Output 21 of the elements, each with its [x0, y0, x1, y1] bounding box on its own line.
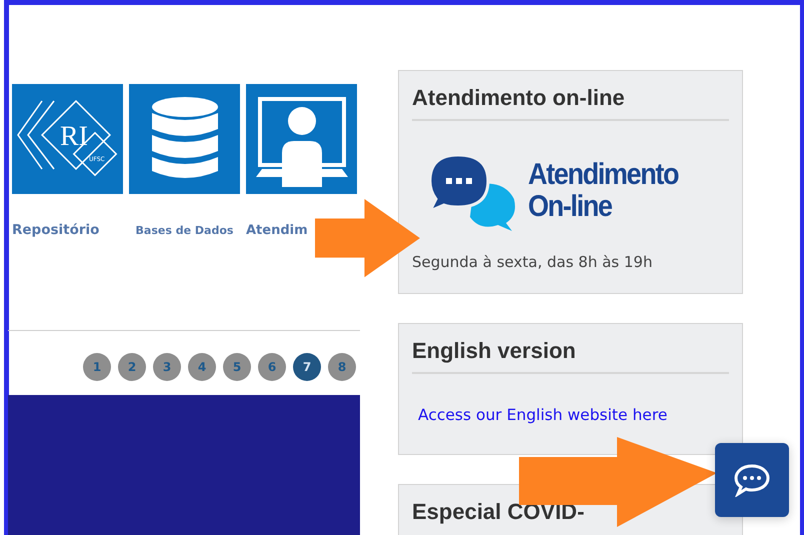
logo-text: Atendimento On-line [528, 159, 678, 223]
page-dot[interactable]: 6 [258, 353, 286, 381]
shortcut-link[interactable]: Bases de Dados [136, 224, 234, 236]
page-dot[interactable]: 8 [328, 353, 356, 381]
shortcut-link[interactable]: Repositório [12, 222, 100, 238]
database-icon [150, 97, 220, 181]
opening-hours-text: Segunda à sexta, das 8h às 19h [412, 253, 654, 271]
english-site-link[interactable]: Access our English website here [418, 406, 668, 424]
chat-icon [733, 463, 771, 497]
chat-button[interactable] [715, 443, 789, 517]
page-dot[interactable]: 2 [118, 353, 146, 381]
page-dot[interactable]: 5 [223, 353, 251, 381]
card-title: Atendimento on-line [412, 85, 729, 121]
page-dot[interactable]: 1 [83, 353, 111, 381]
database-tile[interactable] [129, 84, 240, 194]
shortcut-link[interactable]: Atendim [246, 222, 308, 238]
page-dot[interactable]: 3 [153, 353, 181, 381]
card-title: English version [412, 338, 729, 374]
online-service-tile[interactable] [246, 84, 357, 194]
page-dot[interactable]: 7 [293, 353, 321, 381]
page-dot[interactable]: 4 [188, 353, 216, 381]
